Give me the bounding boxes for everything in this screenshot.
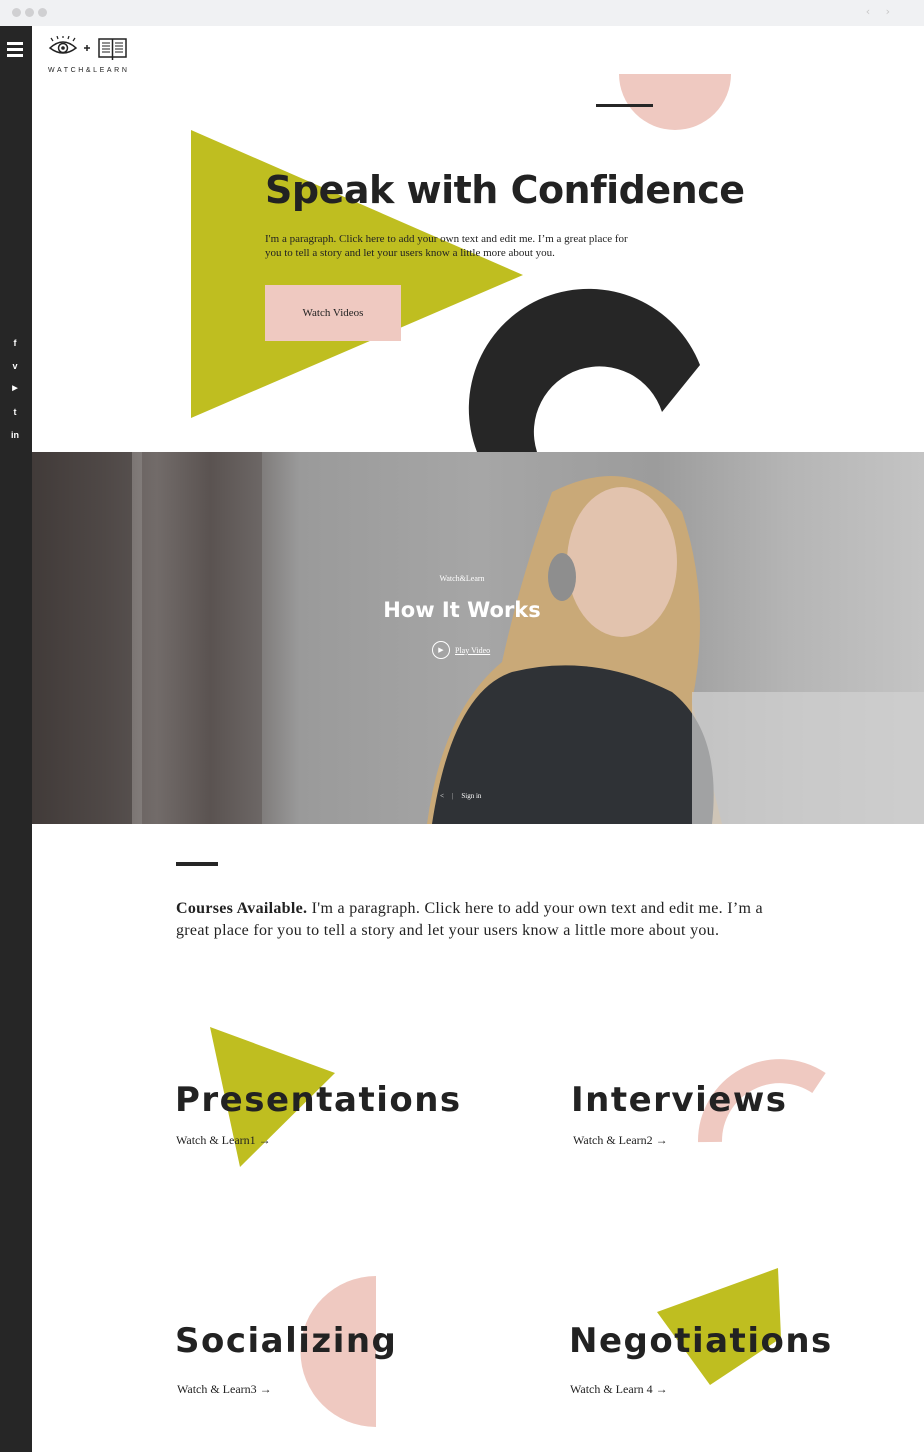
dark-line-divider bbox=[176, 862, 218, 866]
video-footer: < | Sign in bbox=[440, 792, 482, 800]
video-title: How It Works bbox=[383, 598, 541, 622]
play-icon: ▶ bbox=[432, 641, 450, 659]
dark-arc-shape bbox=[468, 288, 700, 452]
course-link-interviews[interactable]: Watch & Learn2 → bbox=[573, 1133, 668, 1148]
decorative-shapes bbox=[176, 74, 826, 1427]
play-video-button[interactable]: ▶ Play Video bbox=[432, 641, 490, 659]
courses-paragraph: Courses Available. I'm a paragraph. Clic… bbox=[176, 898, 796, 942]
share-icon[interactable]: < bbox=[440, 792, 444, 800]
course-link-presentations[interactable]: Watch & Learn1 → bbox=[176, 1133, 271, 1148]
sign-in-link[interactable]: Sign in bbox=[461, 792, 481, 800]
course-title-negotiations: Negotiations bbox=[569, 1321, 833, 1361]
course-title-socializing: Socializing bbox=[175, 1321, 398, 1361]
logo-text: WATCH&LEARN bbox=[48, 67, 130, 74]
course-link-socializing[interactable]: Watch & Learn3 → bbox=[177, 1382, 272, 1397]
dark-line-divider bbox=[596, 104, 653, 107]
course-title-interviews: Interviews bbox=[571, 1080, 788, 1120]
courses-lead: Courses Available. bbox=[176, 900, 308, 917]
play-video-label: Play Video bbox=[455, 645, 491, 655]
course-link-negotiations[interactable]: Watch & Learn 4 → bbox=[570, 1382, 668, 1397]
watch-videos-button[interactable]: Watch Videos bbox=[265, 285, 401, 341]
logo-eye-book-icon bbox=[48, 35, 127, 60]
hero-title: Speak with Confidence bbox=[265, 168, 745, 212]
hero-paragraph: I'm a paragraph. Click here to add your … bbox=[265, 233, 628, 259]
logo[interactable]: WATCH&LEARN bbox=[48, 35, 130, 74]
pink-half-circle-shape bbox=[619, 74, 731, 130]
course-title-presentations: Presentations bbox=[175, 1080, 462, 1120]
video-kicker: Watch&Learn bbox=[439, 574, 485, 583]
